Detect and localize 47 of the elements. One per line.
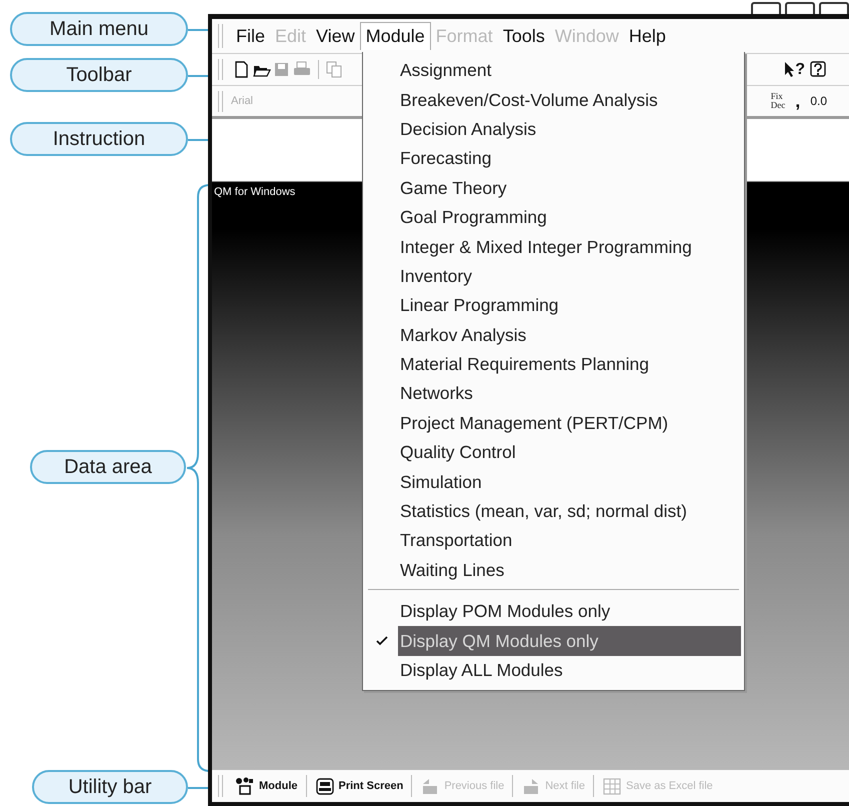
menu-item[interactable]: Quality Control bbox=[366, 438, 741, 468]
fix-label: Fix bbox=[770, 92, 784, 101]
menu-item[interactable]: Display POM Modules only bbox=[366, 597, 741, 626]
menu-item[interactable]: Networks bbox=[366, 379, 741, 409]
spreadsheet-icon bbox=[602, 776, 622, 796]
blocks-icon bbox=[235, 776, 255, 796]
window-title: QM for Windows bbox=[214, 186, 296, 198]
menu-item[interactable]: Material Requirements Planning bbox=[366, 350, 741, 380]
grip-handle[interactable] bbox=[218, 58, 223, 80]
dec-label: Dec bbox=[770, 101, 786, 110]
callout-label: Utility bar bbox=[32, 770, 188, 804]
menu-item[interactable]: Forecasting bbox=[366, 144, 741, 174]
menu-item[interactable]: Simulation bbox=[366, 467, 741, 497]
menu-item[interactable]: Linear Programming bbox=[366, 291, 741, 321]
menu-item[interactable]: Integer & Mixed Integer Programming bbox=[366, 232, 741, 262]
comma-button[interactable]: , bbox=[795, 90, 800, 112]
help-icon[interactable] bbox=[809, 61, 827, 78]
menu-item[interactable]: Module bbox=[360, 22, 431, 50]
callout-label: Main menu bbox=[10, 12, 188, 46]
callout-label: Toolbar bbox=[10, 58, 188, 92]
menu-item[interactable]: Tools bbox=[498, 22, 550, 50]
grip-handle[interactable] bbox=[218, 24, 223, 48]
menu-item[interactable]: Display ALL Modules bbox=[366, 656, 741, 686]
menu-item[interactable]: Breakeven/Cost-Volume Analysis bbox=[366, 85, 741, 115]
menu-item[interactable]: Waiting Lines bbox=[366, 556, 741, 586]
decimals-button[interactable]: 0.0 bbox=[810, 94, 827, 108]
menu-item[interactable]: View bbox=[311, 22, 360, 50]
menu-item[interactable]: Inventory bbox=[366, 262, 741, 292]
grip-handle[interactable] bbox=[218, 774, 223, 798]
menu-item[interactable]: Decision Analysis bbox=[366, 114, 741, 144]
callout-label: Instruction bbox=[10, 122, 188, 156]
callout-label: Data area bbox=[30, 450, 186, 484]
menu-item[interactable]: Goal Programming bbox=[366, 202, 741, 232]
printer-icon bbox=[314, 776, 334, 796]
utility-button[interactable]: Print Screen bbox=[310, 774, 408, 798]
menu-item[interactable]: Game Theory bbox=[366, 174, 741, 203]
help-pointer-button[interactable]: ? bbox=[783, 60, 807, 78]
grip-handle[interactable] bbox=[218, 90, 223, 112]
menu-item[interactable]: Transportation bbox=[366, 526, 741, 556]
menu-item[interactable]: Assignment bbox=[366, 56, 741, 86]
utility-button[interactable]: Module bbox=[231, 774, 302, 798]
menu-item[interactable]: Project Management (PERT/CPM) bbox=[366, 408, 741, 438]
menu-item[interactable]: File bbox=[231, 22, 270, 50]
pointer-icon bbox=[783, 61, 796, 78]
menu-item[interactable]: Markov Analysis bbox=[366, 320, 741, 350]
menu-item[interactable]: Statistics (mean, var, sd; normal dist) bbox=[366, 496, 741, 526]
menu-item[interactable]: Help bbox=[624, 22, 671, 50]
